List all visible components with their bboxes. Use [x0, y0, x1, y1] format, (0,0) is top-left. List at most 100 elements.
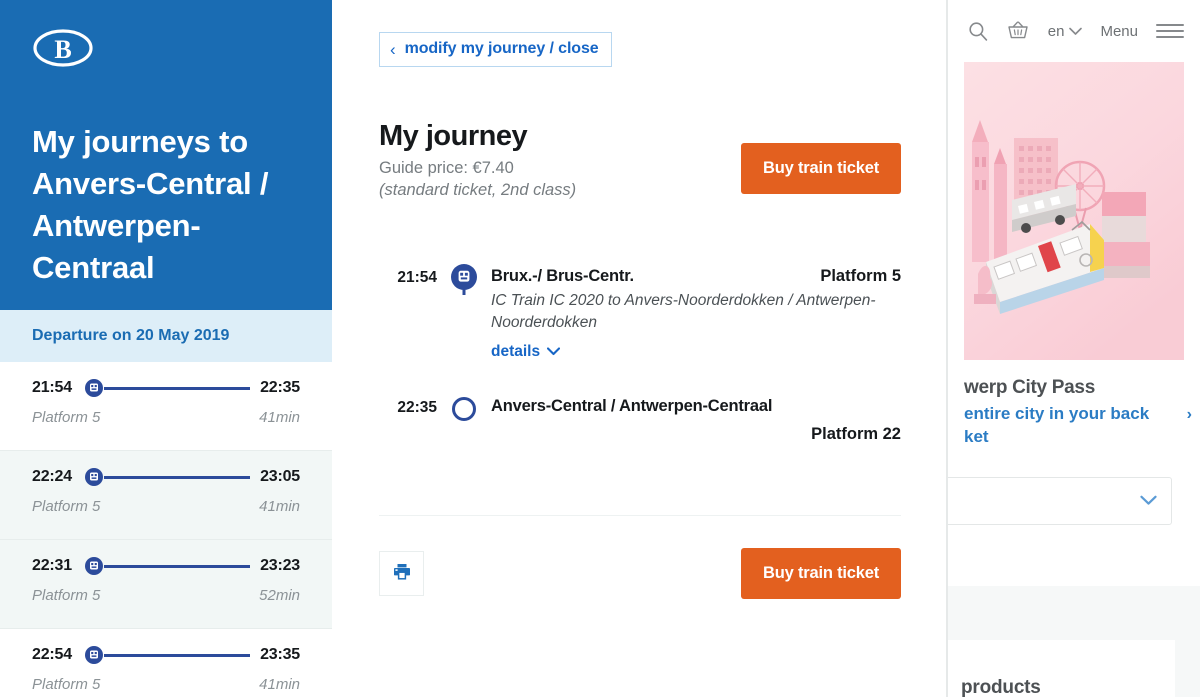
train-icon: [84, 645, 104, 665]
journey-arrive-time: 23:05: [260, 468, 300, 485]
details-label: details: [491, 342, 541, 360]
chevron-down-icon: [1140, 491, 1157, 511]
arrival-node: [437, 396, 491, 421]
modify-journey-label: modify my journey / close: [404, 40, 599, 57]
arrival-details: Anvers-Central / Antwerpen-Centraal Plat…: [491, 397, 901, 444]
departure-node: [437, 264, 491, 295]
chevron-down-icon: [547, 345, 561, 359]
buy-train-ticket-button-top[interactable]: Buy train ticket: [741, 143, 901, 194]
train-info: IC Train IC 2020 to Anvers-Noorderdokken…: [491, 292, 876, 332]
journey-bar: [84, 467, 251, 487]
background-site-panel: en Menu werp City Pass entire city in yo…: [947, 0, 1200, 697]
journey-times: 22:31 23:23: [32, 556, 300, 576]
journey-depart-time: 22:24: [32, 468, 72, 485]
journey-list-item[interactable]: 22:54 23:35 Platform 5 41min: [0, 629, 332, 697]
journey-bar: [84, 645, 251, 665]
journey-duration-line: [103, 653, 251, 657]
journey-times: 21:54 22:35: [32, 378, 300, 398]
arrival-station-row: Anvers-Central / Antwerpen-Centraal: [491, 397, 901, 416]
site-topbar: en Menu: [947, 0, 1200, 62]
timeline-arrival-row: 22:35 Anvers-Central / Antwerpen-Centraa…: [379, 396, 901, 444]
page-title: My journeys to Anvers-Central / Antwerpe…: [32, 124, 269, 286]
arrival-station: Anvers-Central / Antwerpen-Centraal: [491, 396, 773, 415]
promo-link-line2: ket: [964, 426, 989, 446]
journey-duration: 41min: [259, 498, 300, 515]
background-select[interactable]: [947, 477, 1172, 525]
search-icon[interactable]: [968, 21, 988, 41]
sncb-logo[interactable]: B: [32, 28, 94, 68]
journey-detail-panel: ‹ modify my journey / close My journey G…: [332, 0, 947, 697]
promo-title: werp City Pass: [964, 377, 1095, 398]
print-button[interactable]: [379, 550, 424, 596]
products-label: products: [961, 677, 1041, 697]
train-icon: [451, 264, 477, 290]
departure-date-label: Departure on 20 May 2019: [0, 310, 332, 362]
departure-station: Brux.-/ Brus-Centr.: [491, 267, 634, 285]
arrival-time: 22:35: [397, 398, 437, 416]
sidebar-header: B My journeys to Anvers-Central / Antwer…: [0, 0, 332, 310]
journey-summary: My journey Guide price: €7.40 (standard …: [379, 120, 901, 200]
language-label: en: [1047, 22, 1065, 40]
printer-icon: [391, 561, 413, 586]
journey-meta: Platform 5 41min: [32, 409, 300, 426]
journey-meta: Platform 5 41min: [32, 498, 300, 515]
svg-text:B: B: [54, 35, 71, 64]
arrival-platform: Platform 22: [811, 424, 901, 443]
menu-label[interactable]: Menu: [1100, 23, 1138, 40]
journey-footer: Buy train ticket: [379, 547, 901, 599]
departure-time: 21:54: [397, 269, 437, 286]
guide-price: Guide price: €7.40: [379, 159, 514, 177]
train-icon: [84, 556, 104, 576]
train-icon: [84, 378, 104, 398]
journey-list-item[interactable]: 22:31 23:23 Platform 5 52min: [0, 540, 332, 629]
journey-platform: Platform 5: [32, 498, 101, 515]
promo-link-line1: entire city in your back: [964, 404, 1150, 423]
modify-journey-button[interactable]: ‹ modify my journey / close: [379, 32, 612, 67]
journey-timeline: 21:54 Brux.-/ Brus-Centr. Platform 5 IC …: [379, 264, 901, 444]
journey-duration: 41min: [259, 409, 300, 426]
journey-duration: 41min: [259, 676, 300, 693]
journey-list-item[interactable]: 21:54 22:35 Platform 5 41min: [0, 362, 332, 451]
journey-platform: Platform 5: [32, 587, 101, 604]
journey-title: My journey: [379, 120, 528, 152]
section-divider: [379, 514, 901, 516]
journey-duration-line: [103, 475, 251, 479]
buy-train-ticket-button-bottom[interactable]: Buy train ticket: [741, 547, 901, 599]
journey-depart-time: 22:54: [32, 646, 72, 663]
chevron-left-icon: ‹: [390, 39, 396, 59]
train-icon: [84, 467, 104, 487]
journey-duration-line: [103, 386, 251, 390]
journey-times: 22:54 23:35: [32, 645, 300, 665]
hamburger-icon[interactable]: [1156, 24, 1184, 38]
journey-duration: 52min: [259, 587, 300, 604]
promo-illustration: [964, 62, 1184, 360]
basket-icon[interactable]: [1006, 20, 1030, 42]
promo-card[interactable]: werp City Pass entire city in your back …: [964, 62, 1192, 449]
journey-bar: [84, 556, 251, 576]
journey-depart-time: 21:54: [32, 379, 72, 396]
promo-link[interactable]: entire city in your back › ket: [964, 403, 1192, 449]
journey-list-item[interactable]: 22:24 23:05 Platform 5 41min: [0, 451, 332, 540]
journey-arrive-time: 23:23: [260, 557, 300, 574]
journey-bar: [84, 378, 251, 398]
chevron-right-icon: ›: [1186, 406, 1192, 423]
timeline-departure-row: 21:54 Brux.-/ Brus-Centr. Platform 5 IC …: [379, 264, 901, 361]
chevron-down-icon: [1069, 23, 1083, 40]
journey-meta: Platform 5 41min: [32, 676, 300, 693]
journey-depart-time: 22:31: [32, 557, 72, 574]
journey-meta: Platform 5 52min: [32, 587, 300, 604]
journey-times: 22:24 23:05: [32, 467, 300, 487]
journey-arrive-time: 23:35: [260, 646, 300, 663]
journey-list: 21:54 22:35 Platform 5 41min 22:24 23:05…: [0, 362, 332, 697]
background-products-card[interactable]: products: [947, 640, 1175, 697]
journey-summary-text: My journey Guide price: €7.40 (standard …: [379, 120, 576, 200]
arrival-dot-icon: [452, 396, 476, 421]
sncb-logo-icon: B: [33, 29, 93, 67]
language-selector[interactable]: en: [1048, 23, 1083, 40]
journey-arrive-time: 22:35: [260, 379, 300, 396]
departure-platform: Platform 5: [820, 267, 901, 285]
departure-station-row: Brux.-/ Brus-Centr. Platform 5: [491, 267, 901, 286]
details-toggle[interactable]: details: [491, 342, 561, 361]
journeys-sidebar: B My journeys to Anvers-Central / Antwer…: [0, 0, 332, 697]
panel-divider: [947, 0, 948, 697]
